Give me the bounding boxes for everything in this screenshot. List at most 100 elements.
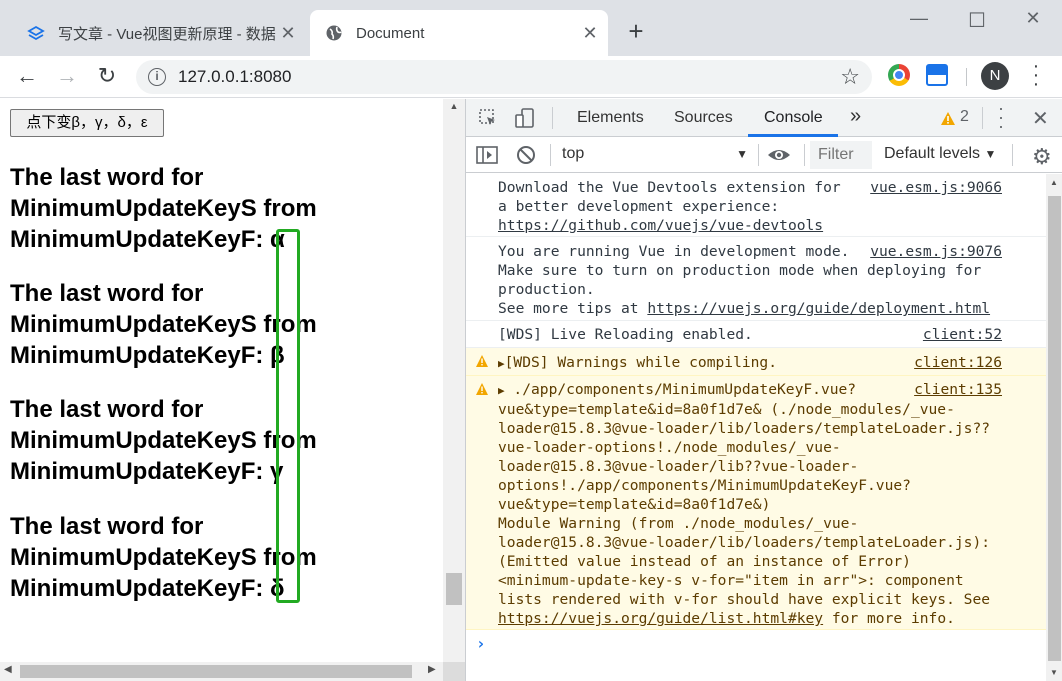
inspect-element-icon[interactable] xyxy=(478,108,498,133)
filter-divider xyxy=(758,144,759,166)
scroll-left-icon[interactable]: ◀ xyxy=(4,664,12,675)
console-warning[interactable]: ▶ ./app/components/MinimumUpdateKeyF.vue… xyxy=(466,376,1046,630)
globe-icon xyxy=(324,23,344,43)
block-line: The last word for xyxy=(10,513,204,540)
chrome-extension-icon[interactable] xyxy=(888,64,910,86)
eye-icon[interactable] xyxy=(766,145,792,170)
scroll-down-icon[interactable]: ▼ xyxy=(1050,668,1058,677)
devtools-panel: Elements Sources Console » 2 · · · ✕ top ▼ xyxy=(465,99,1062,681)
context-selector[interactable]: top ▼ xyxy=(562,145,748,163)
block-line: The last word for xyxy=(10,280,204,307)
gear-icon[interactable]: ⚙ xyxy=(1032,144,1052,170)
scrollbar-thumb[interactable] xyxy=(1048,196,1061,661)
word-block: The last word for MinimumUpdateKeyS from… xyxy=(10,394,317,487)
warning-icon[interactable] xyxy=(940,110,956,131)
block-line: MinimumUpdateKeyS from xyxy=(10,195,317,222)
console-message: Download the Vue Devtools extension for … xyxy=(466,174,1046,237)
device-toolbar-icon[interactable] xyxy=(514,107,536,134)
tab-sources[interactable]: Sources xyxy=(674,109,733,127)
message-source-link[interactable]: client:126 xyxy=(914,353,1002,372)
block-line: MinimumUpdateKeyF: γ xyxy=(10,458,284,485)
page-vertical-scrollbar[interactable]: ▲ xyxy=(443,99,465,662)
warning-count[interactable]: 2 xyxy=(960,108,969,126)
more-tabs-icon[interactable]: » xyxy=(850,105,861,128)
window-close-icon[interactable]: ✕ xyxy=(1018,8,1048,32)
tab-close-icon[interactable]: ✕ xyxy=(578,23,602,44)
message-link[interactable]: https://vuejs.org/guide/list.html#key xyxy=(498,610,823,627)
word-block: The last word for MinimumUpdateKeyS from… xyxy=(10,162,317,255)
address-bar[interactable]: i 127.0.0.1:8080 ☆ xyxy=(136,60,872,94)
message-source-link[interactable]: client:52 xyxy=(923,325,1002,344)
page-horizontal-scrollbar[interactable]: ◀ ▶ xyxy=(0,662,443,681)
tab-document[interactable]: Document ✕ xyxy=(310,10,608,56)
block-line: MinimumUpdateKeyS from xyxy=(10,544,317,571)
scrollbar-thumb[interactable] xyxy=(20,665,412,678)
tab-elements[interactable]: Elements xyxy=(577,109,644,127)
message-source-link[interactable]: vue.esm.js:9076 xyxy=(870,242,1002,261)
expand-triangle-icon[interactable]: ▶ xyxy=(498,357,505,370)
message-source-link[interactable]: vue.esm.js:9066 xyxy=(870,178,1002,197)
profile-avatar[interactable]: N xyxy=(981,62,1009,90)
page-viewport: 点下变β，γ，δ，ε The last word for MinimumUpda… xyxy=(0,99,443,681)
maximize-icon[interactable]: ☐ xyxy=(962,8,992,32)
block-line: MinimumUpdateKeyF: δ xyxy=(10,575,285,602)
console-message: [WDS] Live Reloading enabled. client:52 xyxy=(466,321,1046,348)
tab-strip: 写文章 - Vue视图更新原理 - 数据 ✕ Document ✕ + — ☐ … xyxy=(0,0,1062,56)
sidebar-toggle-icon[interactable] xyxy=(476,145,498,170)
letter-highlight-box xyxy=(276,229,300,603)
devtools-close-icon[interactable]: ✕ xyxy=(1032,106,1049,131)
log-levels-dropdown[interactable]: Default levels ▼ xyxy=(884,145,996,163)
block-line: The last word for xyxy=(10,164,204,191)
block-line: MinimumUpdateKeyS from xyxy=(10,311,317,338)
console-message: You are running Vue in development mode.… xyxy=(466,237,1046,321)
block-line: MinimumUpdateKeyS from xyxy=(10,427,317,454)
bookmark-star-icon[interactable]: ☆ xyxy=(840,64,860,90)
warning-icon xyxy=(476,355,488,367)
tab-console[interactable]: Console xyxy=(764,109,823,127)
message-source-link[interactable]: client:135 xyxy=(914,380,1002,399)
zhihu-favicon-icon xyxy=(26,23,46,43)
context-value: top xyxy=(562,145,585,162)
tab-title: 写文章 - Vue视图更新原理 - 数据 xyxy=(58,25,276,43)
filter-divider xyxy=(550,144,551,166)
warning-icon xyxy=(476,383,488,395)
clear-console-icon[interactable] xyxy=(516,145,536,170)
scroll-right-icon[interactable]: ▶ xyxy=(428,664,436,675)
url-text[interactable]: 127.0.0.1:8080 xyxy=(178,67,291,87)
scroll-up-icon[interactable]: ▲ xyxy=(443,101,465,111)
forward-icon[interactable]: → xyxy=(54,64,80,90)
scroll-up-icon[interactable]: ▲ xyxy=(1050,178,1058,187)
filter-divider xyxy=(1012,144,1013,166)
browser-menu-icon[interactable]: · · · xyxy=(1026,56,1046,94)
devtools-menu-icon[interactable]: · · · xyxy=(998,99,1004,135)
console-warning[interactable]: ▶[WDS] Warnings while compiling. client:… xyxy=(466,348,1046,376)
new-tab-button[interactable]: + xyxy=(622,18,650,46)
console-filter-bar: top ▼ Default levels ▼ ⚙ xyxy=(466,137,1062,173)
minimize-icon[interactable]: — xyxy=(904,8,934,32)
expand-triangle-icon[interactable]: ▶ xyxy=(498,384,505,397)
word-block: The last word for MinimumUpdateKeyS from… xyxy=(10,278,317,371)
scrollbar-corner xyxy=(443,662,465,681)
site-info-icon[interactable]: i xyxy=(148,68,166,86)
tab-close-icon[interactable]: ✕ xyxy=(276,23,300,44)
message-link[interactable]: https://github.com/vuejs/vue-devtools xyxy=(498,217,823,234)
change-letter-button[interactable]: 点下变β，γ，δ，ε xyxy=(10,109,164,137)
scrollbar-thumb[interactable] xyxy=(446,573,462,605)
console-filter-input[interactable] xyxy=(818,143,872,167)
reload-icon[interactable]: ↻ xyxy=(94,64,120,90)
chevron-down-icon: ▼ xyxy=(736,147,748,161)
chevron-down-icon: ▼ xyxy=(984,147,997,161)
back-icon[interactable]: ← xyxy=(14,64,40,90)
console-scrollbar[interactable]: ▲ ▼ xyxy=(1046,174,1062,681)
word-block: The last word for MinimumUpdateKeyS from… xyxy=(10,511,317,604)
message-link[interactable]: https://vuejs.org/guide/deployment.html xyxy=(647,300,990,317)
tab-divider xyxy=(982,107,983,129)
console-prompt-icon[interactable]: › xyxy=(476,634,486,653)
tab-title: Document xyxy=(356,24,425,42)
filter-divider xyxy=(804,144,805,166)
console-output: Download the Vue Devtools extension for … xyxy=(466,174,1046,681)
block-line: The last word for xyxy=(10,396,204,423)
tab-divider xyxy=(552,107,553,129)
tab-write-article[interactable]: 写文章 - Vue视图更新原理 - 数据 ✕ xyxy=(12,10,306,56)
extension-icon[interactable] xyxy=(926,64,948,86)
